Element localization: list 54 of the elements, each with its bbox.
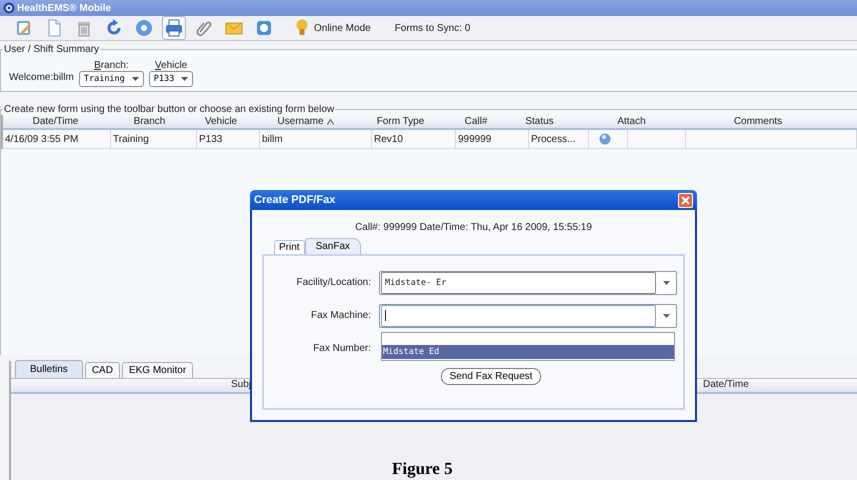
print-button[interactable] — [162, 16, 186, 40]
vehicle-label: Vehicle — [154, 60, 188, 71]
call-info-text: Call#: 999999 Date/Time: Thu, Apr 16 2009, 15:55:19 — [354, 222, 593, 233]
send-fax-button[interactable]: Send Fax Request — [440, 368, 542, 385]
field-label: Fax Machine: — [310, 310, 372, 321]
panel-tab[interactable]: Bulletins — [15, 360, 83, 378]
forms-to-sync-label: Forms to Sync: 0 — [394, 22, 470, 34]
combo-field[interactable]: Midstate- Er — [379, 270, 677, 294]
app-logo-icon — [3, 2, 15, 14]
column-header[interactable]: Form Type — [360, 115, 441, 128]
column-header[interactable]: Date/Time — [703, 379, 749, 392]
column-header[interactable]: Branch — [108, 115, 191, 128]
caret-icon — [663, 280, 670, 284]
vehicle-dropdown[interactable]: P133 — [148, 71, 194, 87]
group-title: User / Shift Summary — [3, 44, 100, 55]
connection-mode-label: Online Mode — [314, 22, 371, 34]
dialog-title: Create PDF/Fax — [254, 194, 336, 206]
table-cell: 999999 — [458, 134, 492, 144]
window-title: HealthEMS® Mobile — [17, 2, 112, 14]
lightbulb-icon — [296, 19, 308, 37]
status-orb-icon — [599, 133, 611, 145]
combo-field[interactable] — [379, 304, 677, 328]
caret-icon — [181, 77, 188, 81]
dropdown-option[interactable]: Midstate Ed — [382, 345, 674, 359]
edit-icon — [14, 18, 34, 38]
dialog-tab[interactable]: SanFax — [304, 238, 362, 254]
figure-caption: Figure 5 — [392, 459, 453, 478]
column-header[interactable]: Username — [251, 115, 360, 128]
panel-tab[interactable]: CAD — [84, 362, 120, 378]
table-cell: 4/16/09 3:55 PM — [5, 134, 78, 144]
table-cell: Rev10 — [374, 134, 403, 144]
group-title: Create new form using the toolbar button or choose an existing form below — [3, 104, 336, 115]
caret-icon — [132, 77, 139, 81]
column-header[interactable]: Call# — [441, 115, 511, 128]
table-cell: Training — [113, 134, 149, 144]
caret-icon — [663, 314, 670, 318]
column-header[interactable]: Attach — [604, 115, 659, 128]
column-header[interactable]: Date/Time — [3, 115, 108, 128]
field-label: Facility/Location: — [296, 277, 372, 288]
close-button[interactable] — [678, 192, 693, 208]
column-header[interactable]: Status — [511, 115, 568, 128]
table-cell: Process... — [531, 134, 576, 144]
panel-tab[interactable]: EKG Monitor — [122, 362, 194, 378]
welcome-label: Welcome:billm — [9, 72, 74, 85]
dialog-tab[interactable]: Print — [274, 240, 305, 254]
close-icon — [681, 196, 690, 204]
printer-icon — [164, 18, 184, 38]
column-header[interactable]: Comments — [659, 115, 857, 128]
table-cell: billm — [262, 134, 283, 144]
field-label: Fax Number: — [312, 343, 372, 354]
table-cell: P133 — [199, 134, 222, 144]
branch-dropdown[interactable]: Training — [78, 71, 144, 87]
branch-label: Branch: — [94, 60, 129, 71]
column-header[interactable]: Vehicle — [191, 115, 251, 128]
